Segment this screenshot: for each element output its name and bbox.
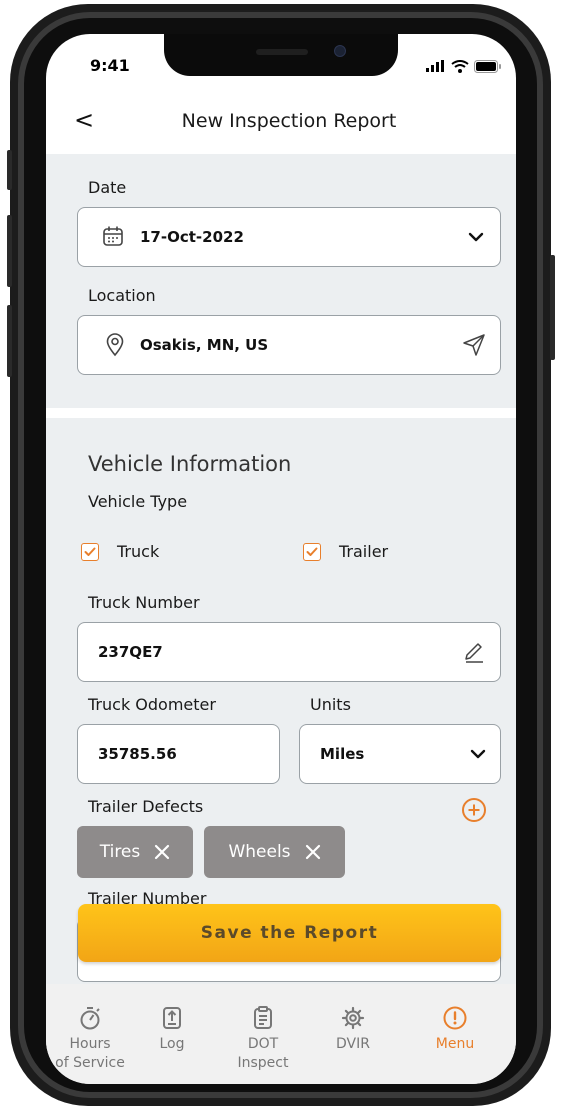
defect-chip-tires: Tires [77,826,193,878]
vehicle-info-heading: Vehicle Information [88,452,292,476]
trailer-checkbox-label: Trailer [339,542,389,561]
menu-info-icon [443,1006,467,1030]
defect-chip-label: Wheels [228,842,291,862]
close-icon[interactable] [305,844,321,860]
location-value: Osakis, MN, US [140,336,269,354]
log-upload-icon [163,1007,181,1029]
truck-number-field[interactable]: 237QE7 [77,622,501,682]
truck-checkbox-label: Truck [117,542,160,561]
vehicle-type-label: Vehicle Type [88,492,188,511]
location-field[interactable]: Osakis, MN, US [77,315,501,375]
date-value: 17-Oct-2022 [140,228,244,246]
tab-label-line1: Menu [435,1036,475,1052]
units-value: Miles [320,745,365,763]
battery-icon [474,59,501,73]
phone-volume-down [7,305,12,377]
save-report-button[interactable]: Save the Report [78,904,501,962]
defect-chip-wheels: Wheels [204,826,345,878]
app-screen: 9:41 < New Inspection Report Date 17-Oct… [46,34,516,1084]
tab-label-line1: Hours [69,1036,111,1052]
location-label: Location [88,286,156,305]
phone-silent-switch [7,150,12,190]
location-pin-icon [106,333,124,357]
phone-speaker [256,49,308,55]
truck-number-value: 237QE7 [98,643,163,661]
cellular-signal-icon [426,60,444,72]
phone-power-button [550,255,555,360]
stopwatch-icon [80,1007,100,1030]
truck-odometer-value: 35785.56 [98,745,177,763]
tab-label-line1: Log [159,1036,185,1052]
page-title: New Inspection Report [181,110,397,132]
checkbox-box [303,542,321,561]
trailer-checkbox[interactable]: Trailer [303,542,388,561]
units-label: Units [310,695,351,714]
tab-label-line2: Inspect [237,1055,289,1071]
tab-label-line1: DVIR [336,1036,370,1052]
phone-volume-up [7,215,12,287]
add-defect-icon[interactable] [461,797,487,823]
tab-hours-of-service[interactable]: Hours of Service [46,1004,135,1073]
tab-dvir[interactable]: DVIR [308,1004,398,1054]
trailer-defects-label: Trailer Defects [88,797,204,816]
chevron-down-icon [470,749,486,759]
phone-camera [334,45,346,57]
status-icons [426,59,501,73]
gear-icon [341,1006,365,1030]
tab-label-line2: of Service [55,1055,125,1071]
checkmark-icon [306,547,318,556]
truck-number-label: Truck Number [88,593,200,612]
truck-odometer-label: Truck Odometer [88,695,216,714]
truck-odometer-field[interactable]: 35785.56 [77,724,280,784]
tab-label-line1: DOT [247,1036,279,1052]
date-field[interactable]: 17-Oct-2022 [77,207,501,267]
edit-pencil-icon[interactable] [462,641,486,665]
checkmark-icon [84,547,96,556]
phone-notch [164,34,398,76]
defect-chip-label: Tires [99,842,141,862]
clipboard-icon [254,1006,272,1029]
wifi-icon [451,59,469,73]
tab-dot-inspect[interactable]: DOT Inspect [218,1004,308,1073]
send-icon[interactable] [462,333,486,357]
date-label: Date [88,178,127,197]
truck-checkbox[interactable]: Truck [81,542,159,561]
units-select[interactable]: Miles [299,724,501,784]
calendar-icon [103,226,123,246]
tab-log[interactable]: Log [127,1004,217,1054]
chevron-down-icon [468,232,484,242]
status-time: 9:41 [90,56,130,75]
checkbox-box [81,542,99,561]
tab-menu[interactable]: Menu [410,1004,500,1054]
close-icon[interactable] [154,844,170,860]
